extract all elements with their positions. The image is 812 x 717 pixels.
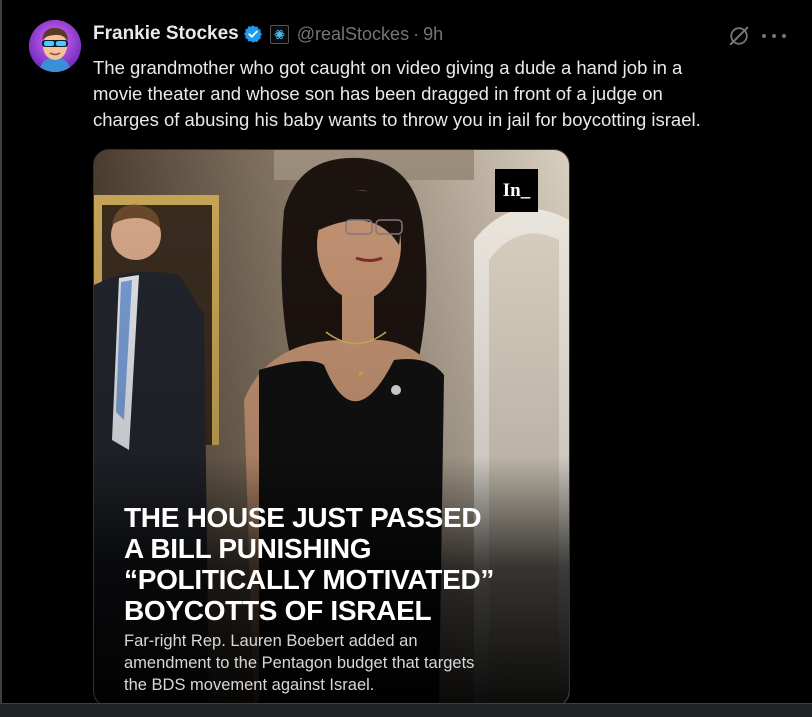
subhead-line: the BDS movement against Israel.: [124, 676, 375, 694]
headline-line: A BILL PUNISHING: [124, 533, 372, 564]
tweet-media-image[interactable]: In_ THE HOUSE JUST PASSED A BILL PUNISHI…: [93, 149, 570, 707]
media-headline: THE HOUSE JUST PASSED A BILL PUNISHING “…: [124, 502, 554, 626]
tweet-text-line: movie theater and whose son has been dra…: [93, 83, 663, 104]
verified-badge-icon[interactable]: [243, 24, 263, 44]
timestamp[interactable]: 9h: [423, 24, 443, 45]
more-options-icon[interactable]: [762, 25, 786, 47]
tweet-text: The grandmother who got caught on video …: [93, 55, 793, 133]
avatar-image: [29, 20, 81, 72]
subhead-line: Far-right Rep. Lauren Boebert added an: [124, 632, 418, 650]
tweet-text-line: charges of abusing his baby wants to thr…: [93, 109, 701, 130]
affiliate-badge-icon[interactable]: [269, 24, 289, 44]
tweet-text-line: The grandmother who got caught on video …: [93, 57, 683, 78]
grok-icon[interactable]: [728, 25, 750, 47]
headline-line: THE HOUSE JUST PASSED: [124, 502, 482, 533]
tweet-header: Frankie Stockes @realStockes · 9h: [93, 20, 443, 48]
separator-dot: ·: [413, 23, 420, 44]
publisher-logo: In_: [495, 169, 538, 212]
handle[interactable]: @realStockes: [297, 24, 409, 45]
media-subhead: Far-right Rep. Lauren Boebert added an a…: [124, 630, 554, 696]
display-name[interactable]: Frankie Stockes: [93, 23, 239, 45]
window-frame-bottom: [0, 703, 812, 717]
subhead-line: amendment to the Pentagon budget that ta…: [124, 654, 475, 672]
avatar[interactable]: [29, 20, 81, 72]
headline-line: “POLITICALLY MOTIVATED”: [124, 564, 495, 595]
window-frame-left: [0, 0, 2, 716]
headline-line: BOYCOTTS OF ISRAEL: [124, 595, 432, 626]
